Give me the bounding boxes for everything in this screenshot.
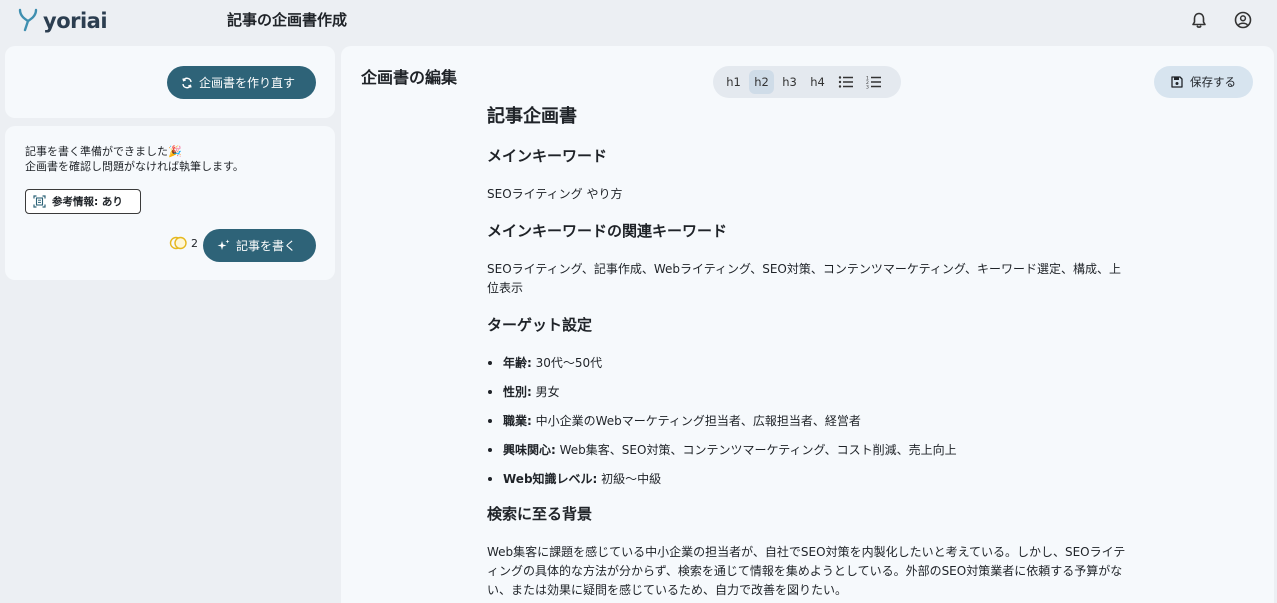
write-article-button[interactable]: 記事を書く (203, 229, 316, 262)
coins-icon (169, 236, 187, 250)
list-item-value: 30代〜50代 (535, 356, 603, 370)
editor-title: 企画書の編集 (361, 68, 458, 87)
list-item-value: 男女 (535, 385, 560, 399)
left-panel: 企画書を作り直す 記事を書く準備ができました🎉 企画書を確認し問題がなければ執筆… (5, 46, 335, 280)
list-item-value: 中小企業のWebマーケティング担当者、広報担当者、経営者 (535, 414, 861, 428)
logo-mark-icon (17, 6, 39, 36)
section-related-keywords-text: SEOライティング、記事作成、Webライティング、SEO対策、コンテンツマーケテ… (487, 262, 1122, 295)
list-item-label: 年齢: (503, 356, 532, 370)
list-item: 性別: 男女 (487, 383, 1132, 402)
ready-message: 記事を書く準備ができました🎉 企画書を確認し問題がなければ執筆します。 (25, 144, 244, 174)
document-content[interactable]: 記事企画書 メインキーワード SEOライティング やり方 メインキーワードの関連… (487, 102, 1132, 603)
heading-3-button[interactable]: h3 (777, 70, 802, 94)
sparkle-icon (217, 239, 230, 250)
regenerate-plan-button[interactable]: 企画書を作り直す (167, 66, 316, 99)
account-circle-icon[interactable] (1233, 10, 1253, 30)
credit-counter: 2 (169, 236, 198, 250)
list-item-value: 初級〜中級 (601, 472, 662, 486)
svg-text:3: 3 (866, 85, 869, 90)
page-title: 記事の企画書作成 (227, 11, 348, 29)
section-search-background-text: Web集客に課題を感じている中小企業の担当者が、自社でSEO対策を内製化したいと… (487, 545, 1126, 597)
list-item: Web知識レベル: 初級〜中級 (487, 470, 1132, 489)
logo[interactable]: yoriai (17, 6, 108, 36)
section-target-heading: ターゲット設定 (487, 316, 593, 334)
list-item-value: Web集客、SEO対策、コンテンツマーケティング、コスト削減、売上向上 (559, 443, 957, 457)
save-label: 保存する (1190, 75, 1236, 89)
ready-line-1: 記事を書く準備ができました🎉 (25, 145, 182, 158)
ready-line-2: 企画書を確認し問題がなければ執筆します。 (25, 160, 244, 173)
reference-label: 参考情報: あり (52, 196, 123, 208)
write-card: 記事を書く準備ができました🎉 企画書を確認し問題がなければ執筆します。 参考情報… (5, 126, 335, 280)
list-item-label: 職業: (503, 414, 532, 428)
bullet-list-icon[interactable] (833, 70, 858, 94)
heading-1-button[interactable]: h1 (721, 70, 746, 94)
bell-icon[interactable] (1189, 10, 1209, 30)
heading-2-button[interactable]: h2 (749, 70, 774, 94)
section-search-background-heading: 検索に至る背景 (487, 505, 593, 523)
target-list: 年齢: 30代〜50代 性別: 男女 職業: 中小企業のWebマーケティング担当… (487, 354, 1132, 489)
list-item-label: 興味関心: (503, 443, 556, 457)
refresh-icon (182, 77, 192, 88)
list-item-label: 性別: (503, 385, 532, 399)
save-icon (1171, 76, 1183, 88)
section-main-keyword-heading: メインキーワード (487, 147, 608, 165)
editor-panel: 企画書の編集 h1 h2 h3 h4 1 2 3 保存する 記事企画書 メインキ… (341, 46, 1274, 603)
section-related-keywords-heading: メインキーワードの関連キーワード (487, 222, 728, 240)
heading-4-button[interactable]: h4 (805, 70, 830, 94)
list-item: 年齢: 30代〜50代 (487, 354, 1132, 373)
list-item-label: Web知識レベル: (503, 472, 598, 486)
regenerate-label: 企画書を作り直す (199, 76, 296, 90)
save-button[interactable]: 保存する (1154, 66, 1253, 98)
document-scan-icon (33, 195, 46, 208)
logo-text: yoriai (43, 9, 108, 33)
reference-info-chip[interactable]: 参考情報: あり (25, 189, 141, 214)
doc-title: 記事企画書 (487, 106, 577, 127)
regenerate-card: 企画書を作り直す (5, 46, 335, 118)
write-article-label: 記事を書く (236, 239, 297, 253)
credit-count: 2 (191, 236, 198, 250)
list-item: 興味関心: Web集客、SEO対策、コンテンツマーケティング、コスト削減、売上向… (487, 441, 1132, 460)
format-toolbar: h1 h2 h3 h4 1 2 3 (713, 66, 901, 98)
section-main-keyword-text: SEOライティング やり方 (487, 187, 623, 201)
top-bar: yoriai 記事の企画書作成 (0, 0, 1277, 40)
numbered-list-icon[interactable]: 1 2 3 (861, 70, 886, 94)
list-item: 職業: 中小企業のWebマーケティング担当者、広報担当者、経営者 (487, 412, 1132, 431)
